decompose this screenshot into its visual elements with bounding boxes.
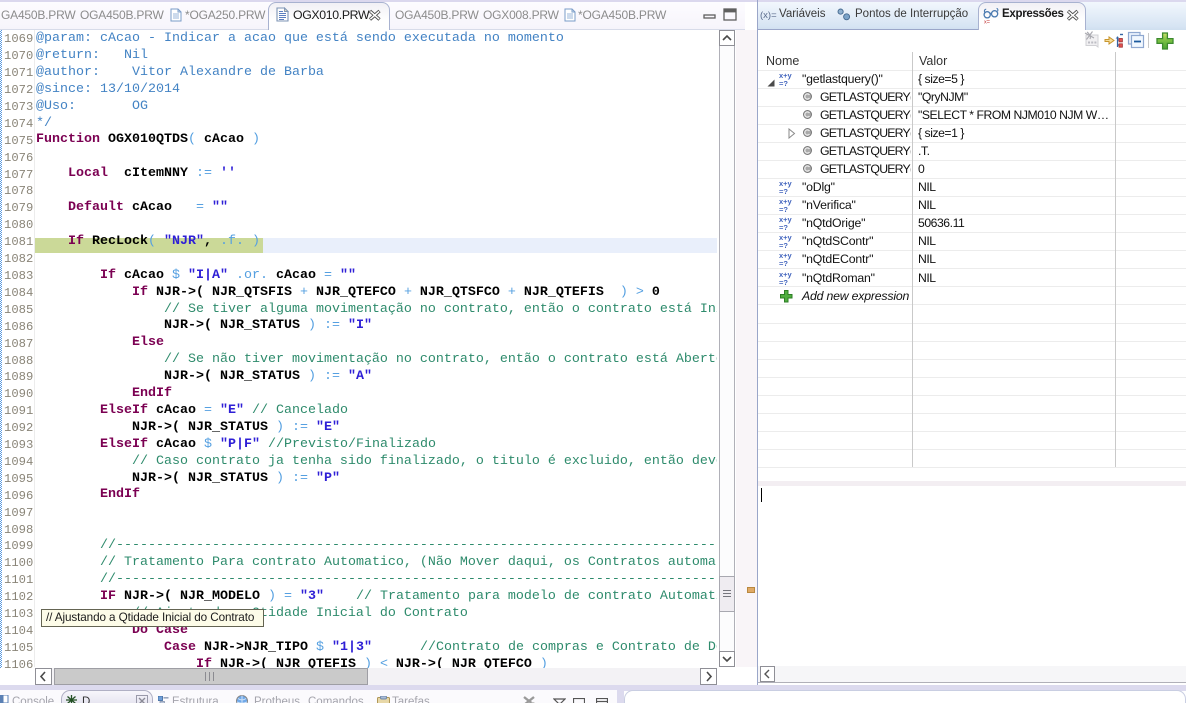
svg-text:x=: x= bbox=[984, 20, 990, 25]
svg-text:=?: =? bbox=[779, 278, 788, 286]
svg-text:=?: =? bbox=[779, 205, 788, 213]
svg-text:=?: =? bbox=[779, 241, 788, 249]
svg-text:=?: =? bbox=[779, 259, 788, 267]
svg-text:=?: =? bbox=[779, 223, 788, 231]
svg-text:=?: =? bbox=[779, 79, 788, 87]
svg-text:=?: =? bbox=[779, 187, 788, 195]
